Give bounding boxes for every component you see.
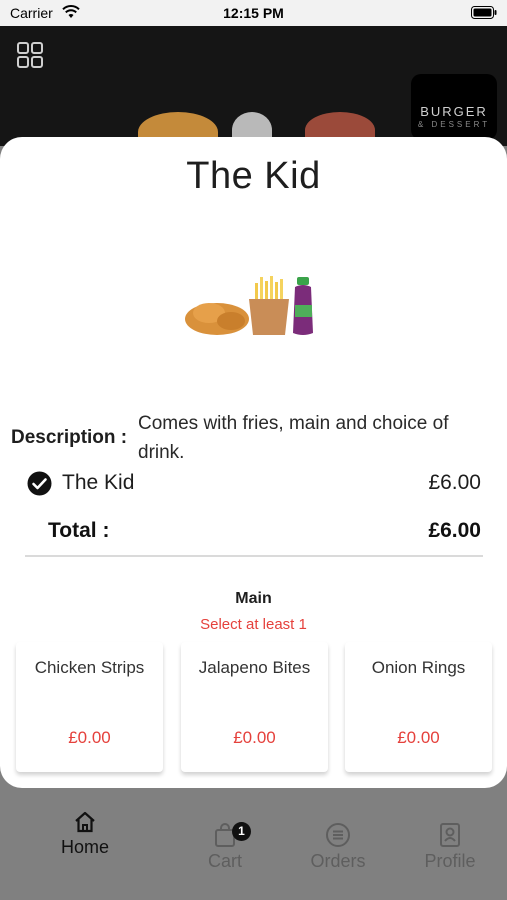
cart-badge: 1 — [232, 822, 251, 841]
tab-cart[interactable]: Cart 1 — [175, 822, 275, 872]
status-bar: Carrier 12:15 PM — [0, 0, 507, 26]
selected-item-name: The Kid — [62, 471, 135, 494]
battery-icon — [471, 6, 497, 19]
tab-profile[interactable]: Profile — [400, 822, 500, 872]
total-label: Total : — [48, 519, 110, 542]
section-requirement: Select at least 1 — [200, 616, 307, 633]
status-time: 12:15 PM — [223, 5, 284, 21]
option-name: Onion Rings — [371, 658, 466, 677]
tab-bar: Home Cart 1 Orders Profile — [0, 800, 507, 900]
product-modal: The Kid Description : Comes with fries, … — [0, 137, 507, 788]
profile-icon — [440, 823, 460, 847]
option-card-chicken-strips[interactable]: Chicken Strips £0.00 — [16, 642, 163, 772]
option-card-onion-rings[interactable]: Onion Rings £0.00 — [345, 642, 492, 772]
tab-label: Cart — [207, 851, 242, 871]
product-image — [185, 276, 313, 335]
option-price: £0.00 — [233, 728, 276, 747]
home-icon — [75, 811, 95, 833]
tab-orders[interactable]: Orders — [288, 822, 388, 872]
grid-menu-icon[interactable] — [17, 42, 43, 68]
brand-logo-title: BURGER — [420, 104, 488, 119]
tab-home[interactable]: Home — [35, 810, 135, 858]
selected-item-price: £6.00 — [428, 471, 481, 494]
tab-label: Profile — [424, 851, 476, 871]
option-card-jalapeno-bites[interactable]: Jalapeno Bites £0.00 — [181, 642, 328, 772]
option-price: £0.00 — [68, 728, 111, 747]
description-text: Comes with fries, main and choice of dri… — [138, 413, 449, 463]
divider — [25, 555, 483, 557]
product-title: The Kid — [186, 155, 321, 197]
option-price: £0.00 — [397, 728, 440, 747]
tab-label: Home — [60, 837, 109, 857]
brand-logo-subtitle: & DESSERT — [417, 120, 491, 129]
option-name: Chicken Strips — [34, 658, 145, 677]
option-name: Jalapeno Bites — [198, 658, 311, 677]
total-value: £6.00 — [428, 519, 481, 542]
description-label: Description : — [11, 427, 128, 448]
background-header: BURGER & DESSERT — [0, 26, 507, 152]
check-circle-icon[interactable] — [27, 471, 52, 496]
orders-icon — [326, 823, 350, 847]
tab-label: Orders — [310, 851, 366, 871]
section-title: Main — [235, 590, 272, 607]
brand-logo: BURGER & DESSERT — [411, 74, 497, 140]
